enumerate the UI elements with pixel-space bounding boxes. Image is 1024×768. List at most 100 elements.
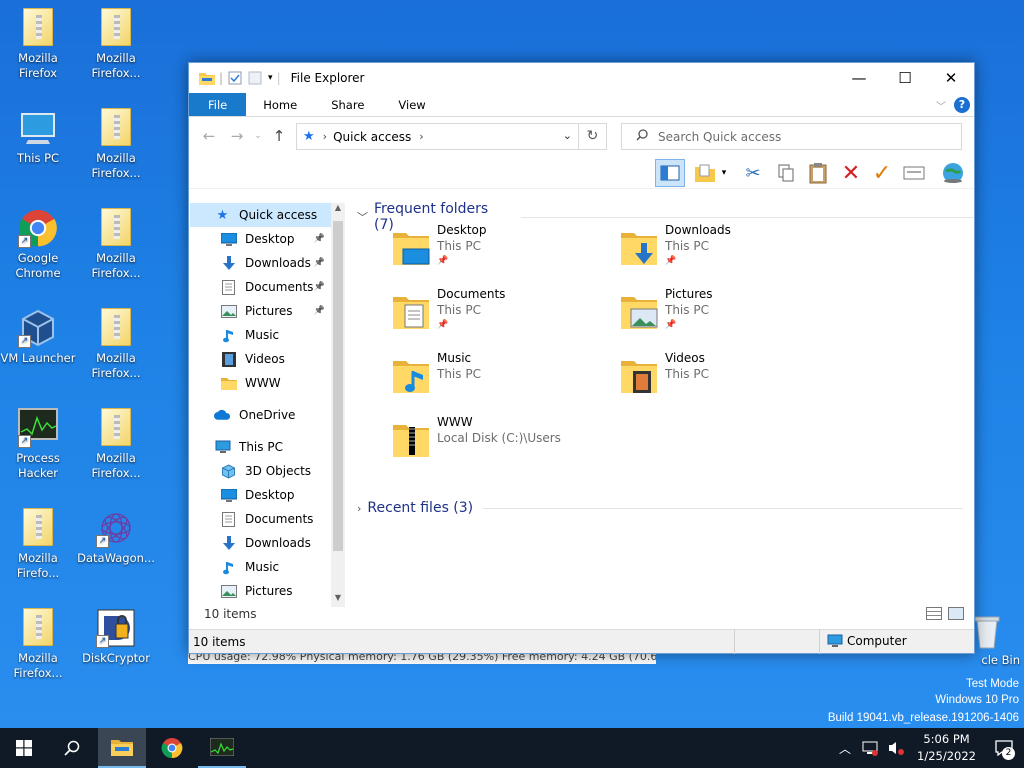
desktop-icon-label: Mozilla Firefox xyxy=(18,51,58,80)
new-item-icon[interactable] xyxy=(693,161,717,185)
nav-item-desktop[interactable]: Desktop xyxy=(190,483,331,507)
nav-scrollbar[interactable]: ▲ ▼ xyxy=(331,203,345,607)
folder-tile-music[interactable]: Music This PC xyxy=(387,351,615,415)
folder-tile-desktop[interactable]: Desktop This PC 📌 xyxy=(387,223,615,287)
tab-file[interactable]: File xyxy=(189,93,247,116)
forward-button[interactable]: → xyxy=(223,127,251,145)
nav-item-quick-access[interactable]: ★ Quick access xyxy=(190,203,331,227)
nav-item-documents[interactable]: Documents 📌 xyxy=(190,275,331,299)
maximize-button[interactable]: ☐ xyxy=(882,63,928,93)
navigation-bar: ← → ⌄ ↑ ★ › Quick access › ⌄ ↻ Search Qu… xyxy=(189,117,974,155)
desktop-icon-vm-launcher[interactable]: ↗ VM Launcher xyxy=(0,308,78,366)
folder-tile-documents[interactable]: Documents This PC 📌 xyxy=(387,287,615,351)
desktop-icon xyxy=(220,232,237,247)
taskbar-process-hacker[interactable] xyxy=(198,728,246,768)
desktop-icon-mozilla-firefox[interactable]: Mozilla Firefox... xyxy=(76,408,156,481)
customize-qat-icon[interactable]: ▾ xyxy=(268,73,273,83)
nav-item-music[interactable]: Music xyxy=(190,555,331,579)
desktop-icon-mozilla-firefox[interactable]: Mozilla Firefox... xyxy=(0,608,78,681)
title-bar[interactable]: | ▾ | File Explorer — ☐ ✕ xyxy=(189,63,974,93)
scrollbar-thumb[interactable] xyxy=(333,221,343,551)
shortcut-arrow-icon: ↗ xyxy=(18,335,31,348)
folder-tile-pictures[interactable]: Pictures This PC 📌 xyxy=(615,287,843,351)
desktop-icon-mozilla-firefox[interactable]: Mozilla Firefox... xyxy=(76,308,156,381)
desktop-icon-mozilla-firefox[interactable]: Mozilla Firefox... xyxy=(76,108,156,181)
nav-item-onedrive[interactable]: OneDrive xyxy=(190,403,331,427)
globe-icon[interactable] xyxy=(941,161,965,185)
chevron-right-icon: › xyxy=(357,501,362,515)
pin-icon: 📌 xyxy=(313,258,325,268)
nav-item-pictures[interactable]: Pictures xyxy=(190,579,331,603)
breadcrumb-quick-access[interactable]: Quick access xyxy=(333,130,411,144)
close-button[interactable]: ✕ xyxy=(928,63,974,93)
cut-icon[interactable]: ✂ xyxy=(741,161,765,185)
clock[interactable]: 5:06 PM 1/25/2022 xyxy=(917,731,976,765)
large-icons-view-icon[interactable] xyxy=(948,607,964,620)
desktop-icon-mozilla-firefox[interactable]: Mozilla Firefox... xyxy=(76,208,156,281)
rename-checkmark-icon[interactable]: ✓ xyxy=(870,161,894,186)
back-button[interactable]: ← xyxy=(195,127,223,145)
breadcrumb-separator[interactable]: › xyxy=(323,130,327,143)
up-button[interactable]: ↑ xyxy=(265,127,293,145)
desktop-icon-diskcryptor[interactable]: ↗ DiskCryptor xyxy=(76,608,156,666)
start-button[interactable] xyxy=(0,728,48,768)
desktop-icon-process-hacker[interactable]: ↗ Process Hacker xyxy=(0,408,78,481)
network-icon[interactable] xyxy=(861,740,879,756)
nav-item-3d-objects[interactable]: 3D Objects xyxy=(190,459,331,483)
volume-muted-icon[interactable] xyxy=(887,740,905,756)
delete-icon[interactable]: ✕ xyxy=(839,161,863,186)
help-button[interactable]: ? xyxy=(954,97,970,113)
taskbar-chrome[interactable] xyxy=(148,728,196,768)
nav-item-label: OneDrive xyxy=(239,408,296,422)
action-center-button[interactable]: 2 xyxy=(984,728,1024,768)
music-note-icon xyxy=(220,328,237,343)
quick-access-toolbar: | ▾ xyxy=(189,71,273,85)
preview-pane-icon[interactable] xyxy=(655,159,685,187)
folder-tile-www[interactable]: WWW Local Disk (C:)\Users xyxy=(387,415,615,479)
nav-item-pictures[interactable]: Pictures 📌 xyxy=(190,299,331,323)
window-title: File Explorer xyxy=(290,71,365,85)
nav-item-desktop[interactable]: Desktop 📌 xyxy=(190,227,331,251)
address-dropdown-icon[interactable]: ⌄ xyxy=(563,129,572,142)
search-button[interactable] xyxy=(48,728,96,768)
desktop-icon-mozilla-firefox[interactable]: Mozilla Firefox... xyxy=(76,8,156,81)
nav-item-www[interactable]: WWW xyxy=(190,371,331,395)
status-bar: 10 items Computer xyxy=(189,629,974,654)
recent-locations-button[interactable]: ⌄ xyxy=(251,131,265,141)
nav-item-downloads[interactable]: Downloads 📌 xyxy=(190,251,331,275)
new-item-dropdown-icon[interactable]: ▾ xyxy=(719,161,729,185)
nav-item-videos[interactable]: Videos xyxy=(190,347,331,371)
tab-share[interactable]: Share xyxy=(314,93,381,116)
process-hacker-icon xyxy=(210,738,234,756)
nav-item-music[interactable]: Music xyxy=(190,323,331,347)
cube-icon xyxy=(220,463,237,479)
folder-tile-videos[interactable]: Videos This PC xyxy=(615,351,843,415)
desktop-icon-mozilla-firefo[interactable]: Mozilla Firefo... xyxy=(0,508,78,581)
search-box[interactable]: Search Quick access xyxy=(621,123,962,150)
copy-icon[interactable] xyxy=(774,161,798,185)
address-bar[interactable]: ★ › Quick access › ⌄ ↻ xyxy=(296,123,607,150)
nav-item-documents[interactable]: Documents xyxy=(190,507,331,531)
nav-item-downloads[interactable]: Downloads xyxy=(190,531,331,555)
breadcrumb-chevron[interactable]: › xyxy=(419,130,423,143)
folder-tile-downloads[interactable]: Downloads This PC 📌 xyxy=(615,223,843,287)
section-recent-files[interactable]: › Recent files (3) xyxy=(357,500,964,516)
scroll-up-icon[interactable]: ▲ xyxy=(331,203,345,217)
details-view-icon[interactable] xyxy=(926,607,942,620)
show-hidden-icons-icon[interactable]: ︿ xyxy=(839,740,851,757)
paste-icon[interactable] xyxy=(806,161,830,185)
desktop-icon-google-chrome[interactable]: ↗ Google Chrome xyxy=(0,208,78,281)
refresh-button[interactable]: ↻ xyxy=(578,124,606,149)
desktop-icon-datawagon[interactable]: ↗ DataWagon... xyxy=(76,508,156,566)
tab-view[interactable]: View xyxy=(381,93,442,116)
properties-card-icon[interactable] xyxy=(902,161,926,185)
new-folder-icon[interactable] xyxy=(248,71,263,85)
minimize-button[interactable]: — xyxy=(836,63,882,93)
tab-home[interactable]: Home xyxy=(246,93,314,116)
desktop-icon-this-pc[interactable]: This PC xyxy=(0,108,78,166)
properties-icon[interactable] xyxy=(228,71,243,85)
desktop-icon-mozilla-firefox[interactable]: Mozilla Firefox xyxy=(0,8,78,81)
expand-ribbon-icon[interactable]: ﹀ xyxy=(936,98,946,113)
taskbar-file-explorer[interactable] xyxy=(98,728,146,768)
nav-item-this-pc[interactable]: This PC xyxy=(190,435,331,459)
